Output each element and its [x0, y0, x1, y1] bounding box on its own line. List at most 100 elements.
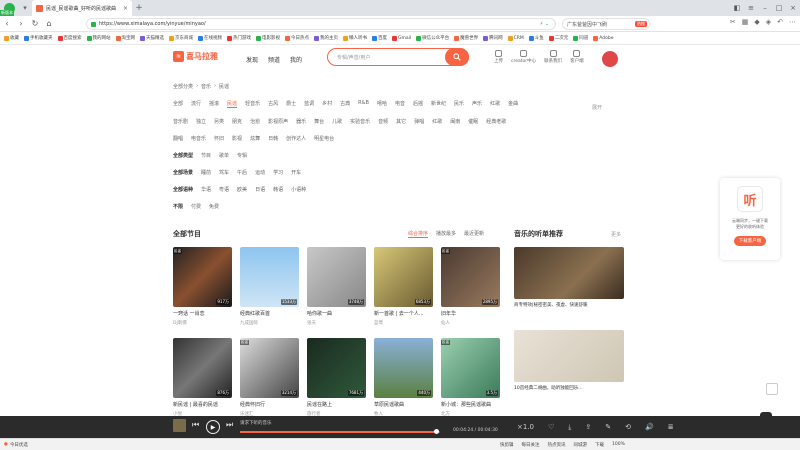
- bookmark-item[interactable]: 在线视频: [198, 35, 222, 41]
- filter-option[interactable]: 炫舞: [250, 135, 260, 142]
- filter-option[interactable]: 催眠: [468, 118, 478, 125]
- filter-expand-link[interactable]: 展开: [592, 104, 602, 111]
- album-card[interactable]: 民谣 3214万 经典怀旧行 乐迷汇: [240, 338, 299, 417]
- filter-option[interactable]: 驾车: [219, 169, 229, 176]
- album-author[interactable]: 张天: [307, 320, 366, 326]
- filter-option[interactable]: 另类: [214, 118, 224, 125]
- filter-option[interactable]: 轻音乐: [245, 100, 260, 108]
- bookmark-item[interactable]: 京东商城: [169, 35, 193, 41]
- filter-option[interactable]: 专辑: [237, 152, 247, 159]
- album-card[interactable]: 440万 草原民谣歌曲 牧人: [374, 338, 433, 417]
- album-title[interactable]: 哈你歌一曲: [307, 310, 366, 317]
- album-title[interactable]: 新一首歌 | 去一个人...: [374, 310, 433, 317]
- bookmark-item[interactable]: 手机收藏夹: [24, 35, 53, 41]
- album-card[interactable]: 6853万 新一首歌 | 去一个人... 蓝莺: [374, 247, 433, 326]
- filter-option[interactable]: 日韩: [268, 135, 278, 142]
- filter-option[interactable]: 弹唱: [414, 118, 424, 125]
- download-client-button[interactable]: 下载客户端: [733, 236, 767, 246]
- filter-option[interactable]: 日语: [255, 186, 265, 193]
- filter-option[interactable]: 运动: [255, 169, 265, 176]
- filter-option[interactable]: 红歌: [490, 100, 500, 108]
- album-title[interactable]: 旧年华: [441, 310, 500, 317]
- filter-option[interactable]: 乡村: [322, 100, 332, 108]
- filter-option[interactable]: 舞台: [314, 118, 324, 125]
- filter-option[interactable]: 学习: [273, 169, 283, 176]
- filter-option[interactable]: 独立: [196, 118, 206, 125]
- side-more-link[interactable]: 更多: [611, 231, 621, 238]
- album-cover[interactable]: 民谣 917万: [173, 247, 232, 307]
- playlist-icon[interactable]: ≣: [668, 423, 674, 432]
- filter-option[interactable]: 小语种: [291, 186, 306, 193]
- filter-option[interactable]: 明星电台: [314, 135, 334, 142]
- album-title[interactable]: 一窍话 一肖恋: [173, 310, 232, 317]
- status-tool-item[interactable]: 同城游: [574, 442, 588, 448]
- bookmark-item[interactable]: 魔兽世界: [454, 35, 478, 41]
- filter-option[interactable]: 爵士: [286, 100, 296, 108]
- volume-icon[interactable]: 🔊: [645, 423, 654, 432]
- filter-option[interactable]: R&B: [358, 100, 369, 108]
- sort-tab-default[interactable]: 综合排序: [408, 230, 429, 238]
- filter-option[interactable]: 睡前: [201, 169, 211, 176]
- bookmark-item[interactable]: 电影影视: [256, 35, 280, 41]
- album-title[interactable]: 草原民谣歌曲: [374, 401, 433, 408]
- filter-option[interactable]: 儿歌: [332, 118, 342, 125]
- filter-option[interactable]: 电音乐: [191, 135, 206, 142]
- more-icon[interactable]: ⋯: [789, 18, 796, 26]
- sort-tab-recent[interactable]: 最近更新: [464, 230, 484, 238]
- nav-channel[interactable]: 频道: [268, 55, 280, 64]
- cut-icon[interactable]: ✂: [730, 18, 736, 26]
- next-icon[interactable]: ⏭: [226, 420, 233, 430]
- filter-option[interactable]: 器乐: [296, 118, 306, 125]
- maximize-icon[interactable]: □: [772, 4, 786, 12]
- bookmark-item[interactable]: 二次元: [548, 35, 568, 41]
- album-cover[interactable]: 民谣 3214万: [240, 338, 299, 398]
- bookmark-item[interactable]: CRM: [507, 35, 524, 41]
- speed-toggle-icon[interactable]: ×1.0: [517, 423, 534, 432]
- album-author[interactable]: DJ刺猬: [173, 320, 232, 326]
- filter-option[interactable]: 歌单: [219, 152, 229, 159]
- filter-option[interactable]: 怀旧: [214, 135, 224, 142]
- breadcrumb-music[interactable]: 音乐: [201, 83, 211, 90]
- filter-option[interactable]: 摇滚: [209, 100, 219, 108]
- avatar[interactable]: [602, 51, 618, 67]
- like-icon[interactable]: ♡: [548, 423, 554, 432]
- album-card[interactable]: 3748万 哈你歌一曲 张天: [307, 247, 366, 326]
- filter-option[interactable]: 古典: [340, 100, 350, 108]
- player-progress-knob[interactable]: [434, 429, 439, 434]
- filter-option[interactable]: 声乐: [472, 100, 482, 108]
- album-title[interactable]: 经典怀旧行: [240, 401, 299, 408]
- play-button[interactable]: ▶: [206, 420, 220, 434]
- filter-option[interactable]: 韩语: [273, 186, 283, 193]
- filter-option[interactable]: 免费: [209, 203, 219, 210]
- status-tool-item[interactable]: 每日关注: [522, 442, 540, 448]
- bookmark-item[interactable]: 热门游戏: [227, 35, 251, 41]
- status-tool-item[interactable]: 下载: [595, 442, 604, 448]
- filter-option[interactable]: 嘻哈: [377, 100, 387, 108]
- player-expand-tab[interactable]: [760, 412, 772, 418]
- browser-tab-active[interactable]: 民谣_民谣歌曲_好听的民谣歌曲 ×: [32, 0, 132, 16]
- filter-option[interactable]: 节目: [201, 152, 211, 159]
- filter-option[interactable]: 电音: [395, 100, 405, 108]
- filter-option[interactable]: 粤语: [219, 186, 229, 193]
- album-card[interactable]: 民谣 3.5万 新小城：那些民谣歌曲 北方: [441, 338, 500, 417]
- filter-option[interactable]: 民乐: [454, 100, 464, 108]
- filter-option[interactable]: 朋克: [232, 118, 242, 125]
- filter-option[interactable]: 午后: [237, 169, 247, 176]
- filter-row-label[interactable]: 不限: [173, 203, 183, 210]
- contact-link[interactable]: 联系我们: [544, 50, 562, 64]
- album-title[interactable]: 经典红歌百首: [240, 310, 299, 317]
- album-card[interactable]: 民谣 2895万 旧年华 仙人: [441, 247, 500, 326]
- bookmark-item[interactable]: 同道: [573, 35, 588, 41]
- back-icon[interactable]: ‹: [0, 19, 14, 28]
- filter-option[interactable]: 红歌: [432, 118, 442, 125]
- bookmark-item[interactable]: 斗鱼: [528, 35, 544, 41]
- previous-icon[interactable]: ⏮: [192, 420, 199, 430]
- filter-option[interactable]: 创作达人: [286, 135, 306, 142]
- filter-option[interactable]: 蓝调: [304, 100, 314, 108]
- filter-option[interactable]: 民谣: [227, 100, 238, 108]
- refresh-icon[interactable]: ↻: [28, 19, 42, 28]
- close-window-icon[interactable]: ×: [786, 4, 800, 12]
- filter-option[interactable]: 开车: [291, 169, 301, 176]
- player-cover[interactable]: [173, 419, 186, 432]
- album-cover[interactable]: 440万: [374, 338, 433, 398]
